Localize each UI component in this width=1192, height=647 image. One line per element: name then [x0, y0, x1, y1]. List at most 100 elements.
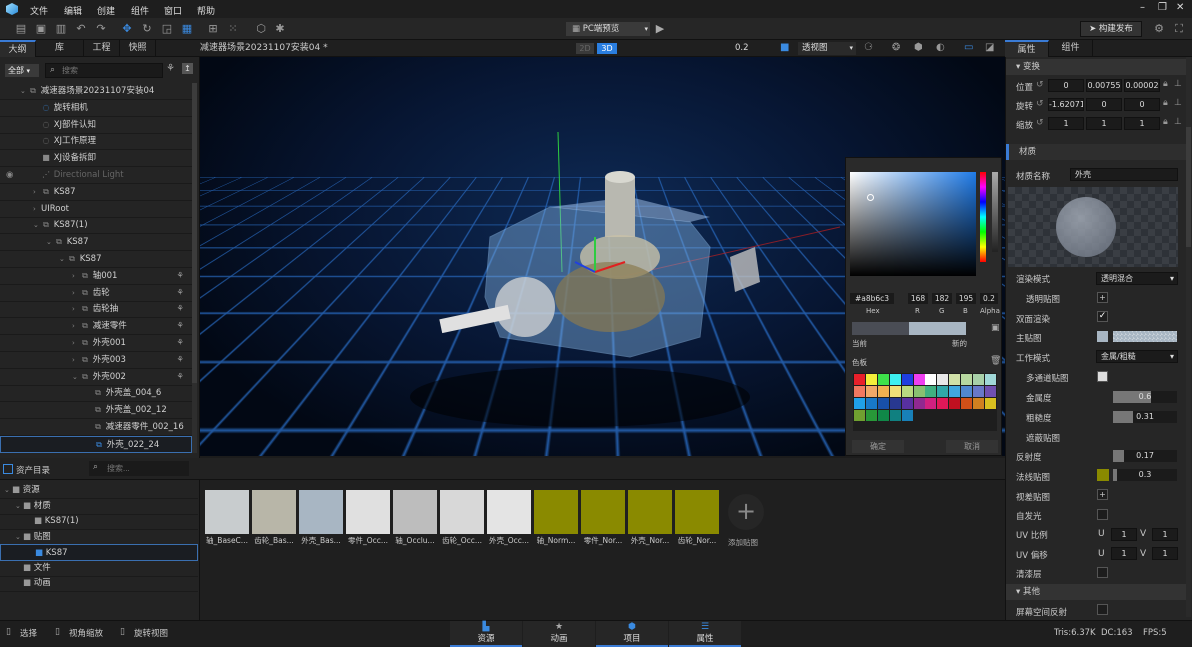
palette-swatch[interactable]: [973, 398, 984, 409]
palette-swatch[interactable]: [949, 374, 961, 385]
palette-swatch[interactable]: [949, 398, 961, 409]
texture-thumbnail[interactable]: [252, 490, 296, 534]
hexagon-icon[interactable]: ⬡: [254, 22, 268, 36]
cancel-button[interactable]: 取消: [946, 440, 998, 453]
texture-thumbnail[interactable]: [393, 490, 437, 534]
palette-swatch[interactable]: [854, 398, 865, 409]
material-section-header[interactable]: 材质: [1006, 144, 1186, 160]
mode-2d-button[interactable]: 2D: [576, 43, 594, 54]
palette-swatch[interactable]: [865, 386, 877, 397]
rotation-x-input[interactable]: -1.62071: [1048, 98, 1084, 111]
outline-item[interactable]: ◌ XJ工作原理: [0, 133, 192, 151]
palette-swatch[interactable]: [925, 386, 937, 397]
outline-item[interactable]: ⌄ ⧉ KS87: [0, 251, 192, 268]
rotate-icon[interactable]: ↻: [140, 22, 154, 36]
palette-swatch[interactable]: [854, 386, 865, 397]
add-texture-icon[interactable]: +: [728, 494, 764, 530]
animation-icon[interactable]: ⚘: [176, 352, 184, 368]
work-mode-select[interactable]: 金属/粗糙 ▾: [1096, 350, 1178, 363]
confirm-button[interactable]: 确定: [852, 440, 904, 453]
sphere-icon[interactable]: ◐: [936, 42, 945, 53]
palette-swatch[interactable]: [865, 398, 877, 409]
assets-search-input[interactable]: [107, 463, 185, 474]
chevron-right-icon[interactable]: ›: [72, 335, 80, 351]
outline-item[interactable]: › ⧉ 外壳003 ⚘: [0, 352, 192, 369]
palette-swatch[interactable]: [865, 410, 877, 421]
asset-folder[interactable]: ⌄ ■ 材质: [0, 498, 198, 515]
outline-item[interactable]: ⌄ ⧉ KS87: [0, 234, 192, 252]
outline-item[interactable]: ⌄ ⧉ 减速器场景20231107安装04: [0, 83, 192, 100]
red-input[interactable]: 168: [908, 293, 928, 304]
chevron-down-icon[interactable]: ⌄: [59, 251, 67, 267]
position-y-input[interactable]: 0.00755: [1086, 79, 1122, 92]
multichannel-map-slot[interactable]: [1097, 371, 1108, 382]
snap-grid-icon[interactable]: ⁙: [226, 22, 240, 36]
save-as-icon[interactable]: ▥: [54, 22, 68, 36]
texture-thumbnail[interactable]: [628, 490, 672, 534]
outline-item[interactable]: › ⧉ 减速零件 ⚘: [0, 318, 192, 336]
asset-folder[interactable]: ⌄ ■ 资源: [0, 482, 198, 499]
palette-swatch[interactable]: [901, 398, 913, 409]
uv-offset-u-input[interactable]: 1: [1111, 547, 1137, 560]
menu-file[interactable]: 文件: [30, 4, 48, 17]
rotation-y-input[interactable]: 0: [1086, 98, 1122, 111]
tab-project[interactable]: 工程: [84, 40, 120, 57]
menu-create[interactable]: 创建: [97, 4, 115, 17]
bottom-tab-project[interactable]: ⬢ 项目: [596, 621, 668, 647]
menu-edit[interactable]: 编辑: [64, 4, 82, 17]
move-icon[interactable]: ✥: [120, 22, 134, 36]
palette-swatch[interactable]: [961, 398, 973, 409]
palette-swatch[interactable]: [877, 410, 889, 421]
palette-swatch[interactable]: [877, 374, 889, 385]
outline-item[interactable]: ◉ ⋰ Directional Light: [0, 167, 192, 184]
add-texture-label[interactable]: 添加贴图: [728, 537, 758, 548]
palette-swatch[interactable]: [937, 374, 949, 385]
new-file-icon[interactable]: ▤: [14, 22, 28, 36]
texture-thumbnail[interactable]: [346, 490, 390, 534]
palette-swatch[interactable]: [913, 386, 925, 397]
menu-window[interactable]: 窗口: [164, 4, 182, 17]
eye-icon[interactable]: ◉: [6, 167, 13, 183]
restore-icon[interactable]: ❐: [1158, 2, 1167, 13]
chevron-down-icon[interactable]: ⌄: [33, 217, 41, 233]
outline-item[interactable]: ◌ XJ部件认知: [0, 117, 192, 134]
texture-thumbnail[interactable]: [534, 490, 578, 534]
properties-scrollbar[interactable]: [1186, 57, 1191, 617]
camera-view-select[interactable]: 透视图 ▾: [798, 42, 856, 55]
scene-tab[interactable]: 减速器场景20231107安装04 *: [200, 40, 340, 57]
pin-icon[interactable]: ⊥: [1174, 117, 1182, 127]
chevron-down-icon[interactable]: ⌄: [15, 529, 23, 545]
palette-swatch[interactable]: [854, 374, 865, 385]
publish-button[interactable]: ➤ 构建发布: [1080, 21, 1142, 37]
outline-search[interactable]: ⌕: [45, 63, 163, 78]
gradient-icon[interactable]: ◪: [985, 42, 994, 53]
tab-properties[interactable]: 属性: [1005, 40, 1049, 57]
plugin-icon[interactable]: ✱: [273, 22, 287, 36]
palette-swatch[interactable]: [984, 386, 996, 397]
outline-item[interactable]: ■ XJ设备拆卸: [0, 150, 192, 168]
other-section-header[interactable]: ▾ 其他: [1006, 584, 1186, 600]
material-preview[interactable]: [1008, 187, 1178, 267]
undo-icon[interactable]: ↶: [74, 22, 88, 36]
roughness-slider[interactable]: 0.31: [1113, 411, 1177, 423]
bottom-tab-assets[interactable]: ▙ 资源: [450, 621, 522, 647]
outline-item[interactable]: ⧉ 外壳_022_24: [0, 435, 192, 453]
texture-thumbnail[interactable]: [487, 490, 531, 534]
animation-icon[interactable]: ⚘: [176, 268, 184, 284]
outline-item[interactable]: ⧉ 外壳盖_002_12: [0, 402, 192, 420]
play-icon[interactable]: ▶: [653, 22, 667, 36]
palette-swatch[interactable]: [949, 386, 961, 397]
uv-offset-v-input[interactable]: 1: [1152, 547, 1178, 560]
transform-section-header[interactable]: ▾ 变换: [1006, 59, 1186, 75]
animation-icon[interactable]: ⚘: [176, 318, 184, 334]
palette-swatch[interactable]: [889, 374, 901, 385]
chevron-right-icon[interactable]: ›: [33, 201, 41, 217]
minimize-icon[interactable]: –: [1140, 2, 1145, 13]
normal-strength-slider[interactable]: 0.3: [1113, 469, 1177, 481]
palette-swatch[interactable]: [854, 410, 865, 421]
texture-thumbnail[interactable]: [205, 490, 249, 534]
outline-item[interactable]: ◌ 旋转相机: [0, 100, 192, 117]
texture-thumbnail[interactable]: [675, 490, 719, 534]
texture-thumbnail[interactable]: [440, 490, 484, 534]
trash-icon[interactable]: 🗑: [990, 356, 1001, 366]
